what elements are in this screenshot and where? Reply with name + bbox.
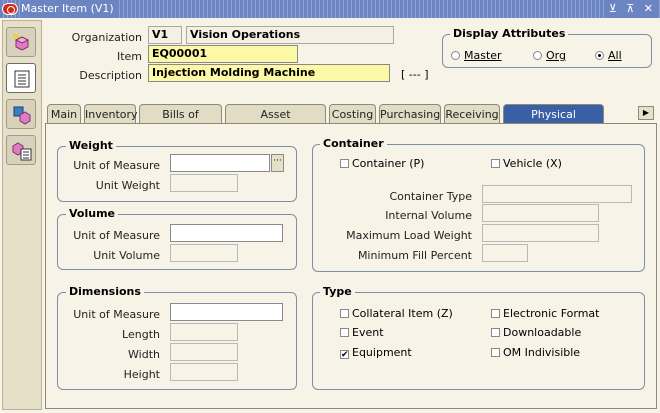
unit-weight-field[interactable] — [170, 174, 238, 192]
volume-uom-field[interactable] — [170, 224, 283, 242]
om-indivisible-checkbox[interactable]: OM Indivisible — [491, 346, 580, 359]
tab-purchasing[interactable]: Purchasing — [379, 104, 441, 124]
length-label: Length — [122, 328, 160, 341]
description-label: Description — [79, 69, 142, 82]
event-checkbox[interactable]: Event — [340, 326, 384, 339]
window-controls[interactable]: ⊻ ⊼ ✕ — [604, 0, 656, 18]
volume-title: Volume — [66, 207, 118, 220]
ellipsis-icon: ··· — [273, 156, 282, 166]
oracle-logo-icon — [2, 3, 18, 15]
organization-cube-icon — [13, 106, 31, 125]
tab-main[interactable]: Main — [47, 104, 81, 124]
electronic-format-checkbox[interactable]: Electronic Format — [491, 307, 599, 320]
tab-bills-of-material[interactable]: Bills of Material — [139, 104, 222, 140]
toolbar-button-2[interactable] — [6, 63, 36, 93]
radio-master[interactable]: Master — [451, 49, 502, 62]
window-title: Master Item (V1) — [21, 0, 118, 18]
container-type-field[interactable] — [482, 185, 632, 203]
cube-icon — [13, 34, 30, 51]
cube-list-icon — [12, 142, 32, 161]
height-label: Height — [123, 368, 160, 381]
display-attributes-title: Display Attributes — [450, 27, 569, 40]
weight-uom-lov-button[interactable]: ··· — [271, 154, 284, 172]
descriptive-flexfield[interactable]: [ --- ] — [401, 68, 428, 81]
organization-label: Organization — [71, 31, 142, 44]
toolbar-button-1[interactable] — [6, 27, 36, 57]
list-document-icon — [14, 70, 30, 88]
tab-physical-attributes[interactable]: Physical Attributes — [503, 104, 604, 140]
checkmark-icon: ✔ — [340, 350, 349, 360]
triangle-right-icon: ▶ — [642, 108, 650, 117]
radio-org[interactable]: Org — [533, 49, 566, 62]
tab-costing[interactable]: Costing — [329, 104, 376, 124]
container-title: Container — [320, 137, 387, 150]
dimensions-title: Dimensions — [66, 285, 144, 298]
tab-asset-management[interactable]: Asset Management — [225, 104, 326, 140]
description-field[interactable]: Injection Molding Machine — [148, 64, 390, 82]
item-field[interactable]: EQ00001 — [148, 45, 298, 63]
internal-volume-field[interactable] — [482, 204, 599, 222]
organization-name-field[interactable]: Vision Operations — [186, 26, 394, 44]
downloadable-checkbox[interactable]: Downloadable — [491, 326, 581, 339]
container-checkbox[interactable]: Container (P) — [340, 157, 424, 170]
toolbar-button-4[interactable] — [6, 135, 36, 165]
window-titlebar: Master Item (V1) ⊻ ⊼ ✕ — [0, 0, 660, 18]
tab-receiving[interactable]: Receiving — [444, 104, 500, 124]
dimensions-uom-field[interactable] — [170, 303, 283, 321]
weight-title: Weight — [66, 139, 116, 152]
width-label: Width — [128, 348, 160, 361]
min-fill-percent-field[interactable] — [482, 244, 528, 262]
collateral-item-checkbox[interactable]: Collateral Item (Z) — [340, 307, 453, 320]
unit-weight-label: Unit Weight — [95, 179, 160, 192]
equipment-checkbox[interactable]: ✔ Equipment — [340, 346, 412, 360]
vehicle-checkbox[interactable]: Vehicle (X) — [491, 157, 562, 170]
volume-uom-label: Unit of Measure — [73, 229, 160, 242]
width-field[interactable] — [170, 343, 238, 361]
toolbar-button-3[interactable] — [6, 99, 36, 129]
weight-uom-label: Unit of Measure — [73, 159, 160, 172]
tab-scroll-right-button[interactable]: ▶ — [638, 106, 654, 120]
unit-volume-field[interactable] — [170, 244, 238, 262]
dimensions-uom-label: Unit of Measure — [73, 308, 160, 321]
length-field[interactable] — [170, 323, 238, 341]
internal-volume-label: Internal Volume — [385, 209, 472, 222]
min-fill-percent-label: Minimum Fill Percent — [357, 249, 472, 262]
container-type-label: Container Type — [389, 190, 472, 203]
weight-uom-field[interactable] — [170, 154, 270, 172]
type-title: Type — [320, 285, 355, 298]
unit-volume-label: Unit Volume — [93, 249, 160, 262]
height-field[interactable] — [170, 363, 238, 381]
left-toolbar — [2, 20, 42, 410]
organization-code-field[interactable]: V1 — [148, 26, 182, 44]
radio-all[interactable]: All — [595, 49, 622, 62]
max-load-weight-field[interactable] — [482, 224, 599, 242]
tab-inventory[interactable]: Inventory — [84, 104, 138, 124]
max-load-weight-label: Maximum Load Weight — [346, 229, 472, 242]
item-label: Item — [116, 50, 142, 63]
